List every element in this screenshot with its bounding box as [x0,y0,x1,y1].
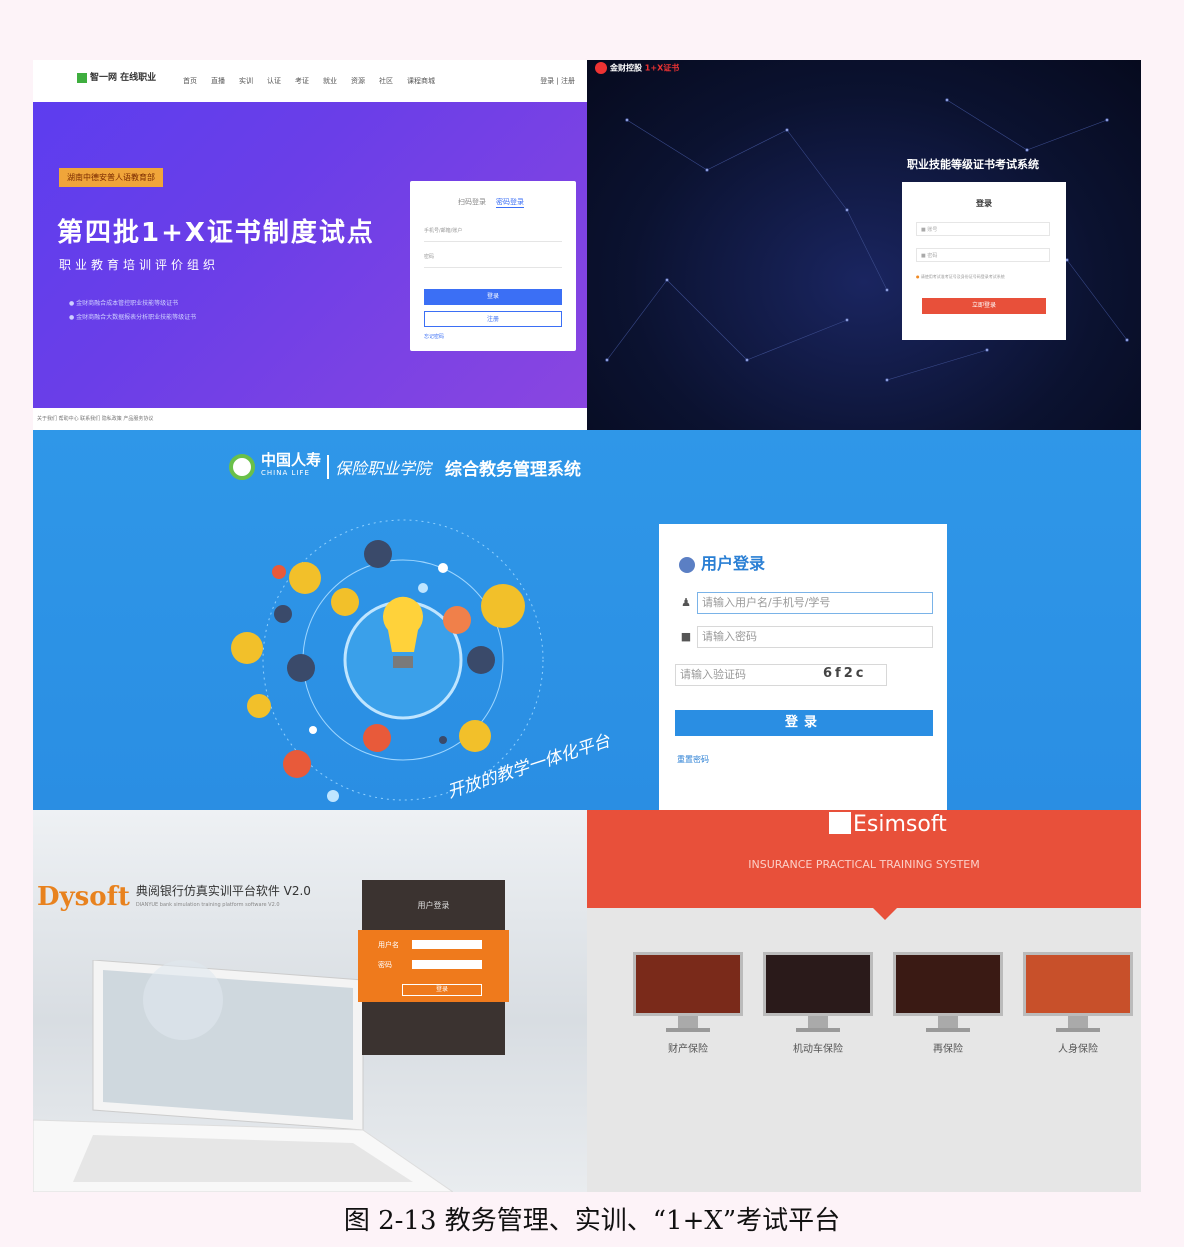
top-nav-bar: 智一网 在线职业 首页 直播 实训 认证 考证 就业 资源 社区 课程商城 登录… [33,60,587,102]
hero-subtitle: 职业教育培训评价组织 [59,258,220,272]
monitor-base [796,1028,840,1032]
nav-item[interactable]: 首页 [183,76,197,86]
tab-qr-login[interactable]: 扫码登录 [458,197,486,208]
login-note: ● 请使用考试准考证号及身份证号码登录考试系统 [916,274,1005,279]
password-field[interactable]: ■ 密码 [916,248,1050,262]
site-logo[interactable]: 智一网 在线职业 [77,70,156,83]
esimsoft-logo: Esimsoft [829,812,947,837]
logo-icon [77,72,87,83]
nav-item[interactable]: 课程商城 [407,76,435,86]
login-heading: 登录 [976,199,992,208]
nav-item[interactable]: 认证 [267,76,281,86]
username-label: 用户名 [378,941,399,949]
module-life-insurance[interactable]: 人身保险 [1023,952,1133,1055]
monitor-stand [678,1016,698,1028]
module-label: 再保险 [933,1044,963,1055]
password-input[interactable] [412,960,482,969]
password-label: 密码 [378,961,392,969]
banner-pointer [873,908,897,920]
module-reinsurance[interactable]: 再保险 [893,952,1003,1055]
monitor-screen [763,952,873,1016]
login-button[interactable]: 登录 [675,710,933,736]
system-header: 中国人寿 CHINA LIFE 保险职业学院 综合教务管理系统 [229,451,582,480]
username-input[interactable]: 请输入用户名/手机号/学号 [697,592,933,614]
module-label: 机动车保险 [793,1044,843,1055]
lock-icon: ■ [680,630,692,643]
module-vehicle-insurance[interactable]: 机动车保险 [763,952,873,1055]
brand-icon [595,62,607,74]
monitor-stand [808,1016,828,1028]
login-button[interactable]: 登录 [424,289,562,305]
monitor-stand [1068,1016,1088,1028]
captcha-image[interactable]: 6f2c [823,666,866,681]
system-name: 综合教务管理系统 [445,459,582,480]
header-banner: Esimsoft INSURANCE PRACTICAL TRAINING SY… [587,810,1141,908]
username-field[interactable]: ■ 账号 [916,222,1050,236]
panel-academic-management: 中国人寿 CHINA LIFE 保险职业学院 综合教务管理系统 开放的教学一体化平… [33,430,1141,810]
brand-logo: 金财控股 1+X证书 [595,62,679,74]
logo-icon [829,812,851,834]
company-name: 中国人寿 CHINA LIFE [261,451,322,478]
panel-insurance-training: Esimsoft INSURANCE PRACTICAL TRAINING SY… [587,810,1141,1192]
nav-item[interactable]: 实训 [239,76,253,86]
tab-password-login[interactable]: 密码登录 [496,197,524,208]
username-input[interactable] [412,940,482,949]
system-title: 职业技能等级证书考试系统 [907,158,1039,171]
college-name: 保险职业学院 [327,455,431,479]
footer-links: 关于我们 帮助中心 联系我们 隐私政策 产品服务协议 [33,408,587,430]
monitor-screen [893,952,1003,1016]
module-property-insurance[interactable]: 财产保险 [633,952,743,1055]
monitor-base [1056,1028,1100,1032]
login-card: 扫码登录 密码登录 手机号/邮箱/账户 密码 登录 注册 忘记密码 [410,181,576,351]
password-input[interactable]: 请输入密码 [697,626,933,648]
login-form: 用户名 密码 登录 [358,930,509,1002]
login-card: 登录 ■ 账号 ■ 密码 ● 请使用考试准考证号及身份证号码登录考试系统 立即登… [902,182,1066,340]
org-badge: 湖南中德安普人语教育部 [59,168,163,187]
brand-header: Dysoft 典阅银行仿真实训平台软件 V2.0 DIANYUE bank sim… [37,882,311,912]
panel-bank-simulation: Dysoft 典阅银行仿真实训平台软件 V2.0 DIANYUE bank sim… [33,810,587,1192]
module-label: 人身保险 [1058,1044,1098,1055]
register-button[interactable]: 注册 [424,311,562,327]
dysoft-logo: Dysoft [37,882,130,912]
system-subtitle: INSURANCE PRACTICAL TRAINING SYSTEM [748,858,980,871]
login-button[interactable]: 立即登录 [922,298,1046,314]
nav-item[interactable]: 资源 [351,76,365,86]
hero-title: 第四批1+X证书制度试点 [57,218,375,248]
username-field[interactable]: 手机号/邮箱/账户 [424,227,562,242]
china-life-logo-icon [229,454,255,480]
username-row: ♟ 请输入用户名/手机号/学号 [675,592,933,614]
nav-item[interactable]: 社区 [379,76,393,86]
panel-1x-training-platform: 智一网 在线职业 首页 直播 实训 认证 考证 就业 资源 社区 课程商城 登录… [33,60,587,430]
panel-exam-system: 金财控股 1+X证书 职业技能等级证书考试系统 登录 ■ 账号 ■ 密码 ● 请… [587,60,1141,430]
login-register-link[interactable]: 登录 | 注册 [540,76,575,86]
login-header: 用户登录 [362,880,505,930]
nav-item[interactable]: 直播 [211,76,225,86]
login-panel: 用户登录 用户名 密码 登录 [358,880,509,1055]
module-label: 财产保险 [668,1044,708,1055]
product-name: 典阅银行仿真实训平台软件 V2.0 DIANYUE bank simulation… [135,884,311,908]
hero-bullet: ● 金财商融合大数据报表分析职业技能等级证书 [69,314,197,321]
monitor-stand [938,1016,958,1028]
figure-caption: 图 2-13 教务管理、实训、“1+X”考试平台 [343,1206,841,1236]
monitor-base [926,1028,970,1032]
user-icon: ♟ [681,596,691,609]
main-nav: 首页 直播 实训 认证 考证 就业 资源 社区 课程商城 [183,76,435,86]
login-card: 用户登录 ♟ 请输入用户名/手机号/学号 ■ 请输入密码 请输入验证码 6f2c… [659,524,947,810]
login-button[interactable]: 登录 [402,984,482,996]
hero-bullet: ● 金财商融合成本管控职业技能等级证书 [69,300,179,307]
password-field[interactable]: 密码 [424,253,562,268]
users-icon [679,556,695,573]
login-title: 用户登录 [417,901,450,910]
monitor-base [666,1028,710,1032]
login-heading: 用户登录 [679,550,765,574]
forgot-password-link[interactable]: 忘记密码 [424,333,444,340]
login-tabs: 扫码登录 密码登录 [458,197,524,208]
login-footer [362,1002,505,1055]
monitor-screen [633,952,743,1016]
nav-item[interactable]: 考证 [295,76,309,86]
monitor-screen [1023,952,1133,1016]
nav-item[interactable]: 就业 [323,76,337,86]
password-row: ■ 请输入密码 [675,626,933,648]
reset-password-link[interactable]: 重置密码 [677,754,709,765]
